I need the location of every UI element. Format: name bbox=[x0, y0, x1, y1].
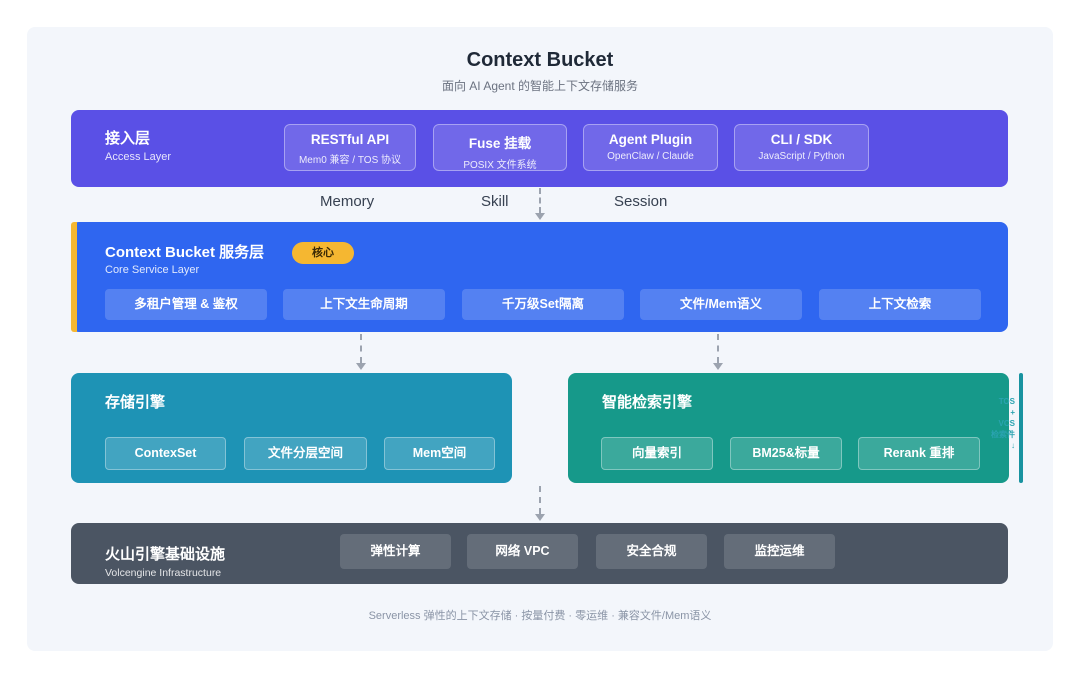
service-layer: Context Bucket 服务层 Core Service Layer 核心… bbox=[71, 222, 1008, 332]
connector-service-storage bbox=[360, 334, 362, 363]
connector-service-search bbox=[717, 334, 719, 363]
diagram-title: Context Bucket bbox=[466, 49, 614, 71]
storage-engine: 存储引擎 ContexSet 文件分层空间 Mem空间 bbox=[71, 373, 512, 483]
access-item-sub: Mem0 兼容 / TOS 协议 bbox=[298, 155, 402, 166]
infra-item: 弹性计算 bbox=[340, 534, 451, 569]
side-label: VCS bbox=[998, 419, 1015, 428]
diagram-subtitle: 面向 AI Agent 的智能上下文存储服务 bbox=[441, 79, 639, 93]
access-item-title: Agent Plugin bbox=[608, 132, 693, 147]
infra-item: 网络 VPC bbox=[467, 534, 578, 569]
flow-label-skill: Skill bbox=[481, 193, 509, 210]
arrow-down-icon bbox=[535, 514, 545, 521]
infra-item: 安全合规 bbox=[596, 534, 707, 569]
access-item-title: RESTful API bbox=[310, 132, 390, 147]
search-item: Rerank 重排 bbox=[858, 437, 980, 470]
footer-note: Serverless 弹性的上下文存储 · 按量付费 · 零运维 · 兼容文件/… bbox=[368, 610, 712, 622]
side-labels: TOS + VCS 检索件 ↓ bbox=[991, 396, 1015, 451]
infra-layer-subtitle: Volcengine Infrastructure bbox=[105, 567, 222, 579]
storage-item: ContexSet bbox=[105, 437, 226, 470]
access-item-sub: POSIX 文件系统 bbox=[463, 160, 537, 171]
core-accent-bar bbox=[71, 222, 77, 332]
service-layer-subtitle: Core Service Layer bbox=[105, 264, 200, 276]
search-engine: 智能检索引擎 向量索引 BM25&标量 Rerank 重排 bbox=[568, 373, 1009, 483]
side-strip bbox=[1019, 373, 1023, 483]
connector-engine-infra bbox=[539, 486, 541, 514]
flow-label-memory: Memory bbox=[320, 193, 375, 210]
access-item-sub: OpenClaw / Claude bbox=[607, 151, 694, 162]
service-layer-title: Context Bucket 服务层 bbox=[105, 244, 265, 261]
search-engine-title: 智能检索引擎 bbox=[602, 394, 693, 411]
access-item-sub: JavaScript / Python bbox=[758, 151, 845, 162]
service-item: 多租户管理 & 鉴权 bbox=[105, 289, 267, 320]
storage-item: 文件分层空间 bbox=[244, 437, 367, 470]
side-label: 检索件 bbox=[991, 430, 1015, 439]
infra-item: 监控运维 bbox=[724, 534, 835, 569]
access-item-fuse: Fuse 挂载 POSIX 文件系统 bbox=[433, 124, 567, 171]
connector-access-service bbox=[539, 188, 541, 213]
search-item: BM25&标量 bbox=[730, 437, 842, 470]
access-item-cli-sdk: CLI / SDK JavaScript / Python bbox=[734, 124, 869, 171]
access-item-title: CLI / SDK bbox=[770, 132, 833, 147]
search-item: 向量索引 bbox=[601, 437, 713, 470]
access-layer-title: 接入层 bbox=[105, 130, 151, 147]
service-item: 文件/Mem语义 bbox=[640, 289, 802, 320]
core-badge: 核心 bbox=[292, 242, 354, 264]
side-label: TOS bbox=[998, 397, 1015, 406]
storage-item: Mem空间 bbox=[384, 437, 495, 470]
access-layer-subtitle: Access Layer bbox=[105, 151, 172, 163]
access-item-restful-api: RESTful API Mem0 兼容 / TOS 协议 bbox=[284, 124, 416, 171]
infra-layer-title: 火山引擎基础设施 bbox=[105, 546, 226, 563]
storage-engine-title: 存储引擎 bbox=[105, 394, 166, 411]
service-item: 千万级Set隔离 bbox=[462, 289, 624, 320]
flow-label-session: Session bbox=[614, 193, 668, 210]
arrow-down-icon bbox=[356, 363, 366, 370]
service-item: 上下文生命周期 bbox=[283, 289, 445, 320]
service-item: 上下文检索 bbox=[819, 289, 981, 320]
arrow-down-icon bbox=[535, 213, 545, 220]
infra-layer: 火山引擎基础设施 Volcengine Infrastructure 弹性计算 … bbox=[71, 523, 1008, 584]
access-item-agent-plugin: Agent Plugin OpenClaw / Claude bbox=[583, 124, 718, 171]
access-item-title: Fuse 挂载 bbox=[468, 136, 532, 151]
side-label: ↓ bbox=[1011, 441, 1015, 450]
access-layer: 接入层 Access Layer RESTful API Mem0 兼容 / T… bbox=[71, 110, 1008, 187]
arrow-down-icon bbox=[713, 363, 723, 370]
side-label: + bbox=[1010, 408, 1015, 417]
